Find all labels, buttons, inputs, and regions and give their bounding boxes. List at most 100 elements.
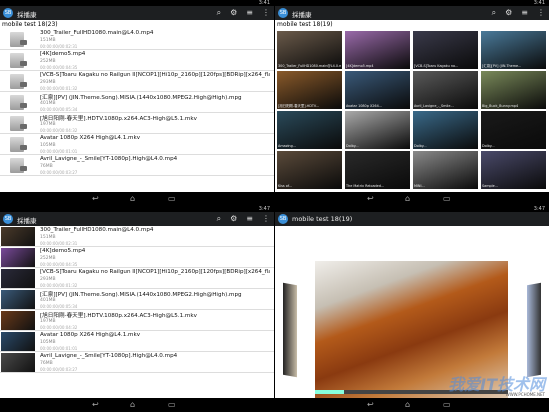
- grid-tile-caption: [旭日阳刚-春天里].HDTV...: [278, 104, 320, 108]
- search-icon[interactable]: ⌕: [492, 8, 496, 18]
- file-size: 76MB: [40, 361, 53, 366]
- back-icon[interactable]: ↩: [367, 194, 374, 203]
- action-bar: SB 採播康 ⌕ ⚙ ≡ ⋮: [0, 6, 274, 20]
- recents-icon[interactable]: ▭: [443, 194, 451, 203]
- gear-icon[interactable]: ⚙: [230, 8, 237, 18]
- list-item[interactable]: Avatar 1080p X264 High@L4.1.mkv 105MB 00:0…: [0, 331, 274, 352]
- recents-icon[interactable]: ▭: [443, 400, 451, 409]
- list-item[interactable]: [旭日阳刚-春天里].HDTV.1080p.x264.AC3-High@L5.1…: [0, 310, 274, 331]
- grid-tile-caption: Dolby...: [346, 144, 359, 148]
- home-icon[interactable]: ⌂: [130, 400, 135, 409]
- grid-tile-caption: [VCB-S]Toaru Kagaku no...: [414, 64, 459, 68]
- grid-tile[interactable]: Dolby...: [345, 111, 410, 149]
- grid-tile[interactable]: Dolby...: [413, 111, 478, 149]
- grid-tile[interactable]: Big_Buck_Bunny.mp4: [481, 71, 546, 109]
- grid-tile[interactable]: Dolby...: [481, 111, 546, 149]
- grid-tile[interactable]: [旭日阳刚-春天里].HDTV...: [277, 71, 342, 109]
- app-logo-icon[interactable]: SB: [3, 214, 13, 224]
- app-title: 採播康: [292, 11, 312, 19]
- app-title: 採播康: [17, 217, 37, 225]
- sort-icon[interactable]: ≡: [521, 8, 528, 18]
- file-size: 197MB: [40, 319, 56, 324]
- list-item[interactable]: 300_Trailer_FullHD1080.main@L4.0.mp4 151M…: [0, 29, 274, 50]
- grid-tile[interactable]: [汇泉][PV] (JIN.Theme...: [481, 31, 546, 69]
- overflow-menu-icon[interactable]: ⋮: [537, 8, 545, 18]
- file-name: 300_Trailer_FullHD1080.main@L4.0.mp4: [40, 30, 154, 36]
- list-item[interactable]: [4K]demo5.mp4 252MB 00:00:00/00:04:35: [0, 247, 274, 268]
- grid-tile[interactable]: Kiss of...: [277, 151, 342, 189]
- grid-tile-caption: Sample...: [482, 184, 498, 188]
- list-item[interactable]: [汇泉][PV] (JIN.Theme.Song).MISIA.(1440x10…: [0, 92, 274, 113]
- grid-tile[interactable]: [VCB-S]Toaru Kagaku no...: [413, 31, 478, 69]
- app-logo-icon[interactable]: SB: [3, 8, 13, 18]
- grid-tile[interactable]: [4K]demo5.mp4: [345, 31, 410, 69]
- file-name: [VCB-S]Toaru Kagaku no Railgun II[NCOP1]…: [40, 269, 270, 275]
- grid-tile[interactable]: Amazing...: [277, 111, 342, 149]
- sort-icon[interactable]: ≡: [246, 214, 253, 224]
- home-icon[interactable]: ⌂: [405, 400, 410, 409]
- app-logo-icon[interactable]: SB: [278, 8, 288, 18]
- overflow-menu-icon[interactable]: ⋮: [262, 214, 270, 224]
- back-icon[interactable]: ↩: [92, 400, 99, 409]
- search-icon[interactable]: ⌕: [217, 8, 221, 18]
- file-size: 401MB: [40, 101, 56, 106]
- video-thumbnail: [1, 311, 35, 330]
- file-name: [汇泉][PV] (JIN.Theme.Song).MISIA.(1440x10…: [40, 292, 242, 298]
- file-name: [4K]demo5.mp4: [40, 248, 86, 254]
- list-item[interactable]: [VCB-S]Toaru Kagaku no Railgun II[NCOP1]…: [0, 71, 274, 92]
- file-name: [汇泉][PV] (JIN.Theme.Song).MISIA.(1440x10…: [40, 95, 242, 101]
- navigation-bar: ↩ ⌂ ▭: [275, 398, 549, 412]
- list-view-plain: 3:41 SB 採播康 ⌕ ⚙ ≡ ⋮ mobile test 18(23) 3…: [0, 0, 274, 206]
- search-icon[interactable]: ⌕: [217, 214, 221, 224]
- file-duration: 00:00:00/00:01:32: [40, 283, 78, 288]
- grid-tile[interactable]: Avatar 1080p X264...: [345, 71, 410, 109]
- list-item[interactable]: 300_Trailer_FullHD1080.main@L4.0.mp4 151M…: [0, 226, 274, 247]
- home-icon[interactable]: ⌂: [130, 194, 135, 203]
- grid-tile[interactable]: Avril_Lavigne_-_Smile...: [413, 71, 478, 109]
- file-size: 401MB: [40, 298, 56, 303]
- file-name: Avril_Lavigne_-_Smile[YT-1080p].High@L4.…: [40, 156, 178, 162]
- video-thumbnail: [1, 353, 35, 372]
- list-item[interactable]: Avril_Lavigne_-_Smile[YT-1080p].High@L4.…: [0, 155, 274, 176]
- file-duration: 00:00:00/00:02:31: [40, 44, 78, 49]
- recents-icon[interactable]: ▭: [168, 194, 176, 203]
- grid-tile[interactable]: 300_Trailer_FullHD1080.main@L4.0.mp4: [277, 31, 342, 69]
- overflow-menu-icon[interactable]: ⋮: [262, 8, 270, 18]
- gear-icon[interactable]: ⚙: [505, 8, 512, 18]
- video-file-icon: [10, 137, 27, 152]
- list-item[interactable]: [4K]demo5.mp4 252MB 00:00:00/00:04:35: [0, 50, 274, 71]
- watermark-logo: 我爱IT技术网: [448, 375, 545, 394]
- file-duration: 00:00:00/00:05:34: [40, 107, 78, 112]
- list-item[interactable]: Avril_Lavigne_-_Smile[YT-1080p].High@L4.…: [0, 352, 274, 373]
- sort-icon[interactable]: ≡: [246, 8, 253, 18]
- back-icon[interactable]: ↩: [92, 194, 99, 203]
- next-cover[interactable]: [527, 282, 541, 378]
- grid-tile[interactable]: Sample...: [481, 151, 546, 189]
- grid-tile[interactable]: MINI...: [413, 151, 478, 189]
- back-icon[interactable]: ↩: [367, 400, 374, 409]
- list-item[interactable]: [汇泉][PV] (JIN.Theme.Song).MISIA.(1440x10…: [0, 289, 274, 310]
- grid-tile-caption: Amazing...: [278, 144, 296, 148]
- grid-tile[interactable]: The Matrix Reloaded...: [345, 151, 410, 189]
- grid-tile-caption: Kiss of...: [278, 184, 293, 188]
- list-item[interactable]: [旭日阳刚-春天里].HDTV.1080p.x264.AC3-High@L5.1…: [0, 113, 274, 134]
- prev-cover[interactable]: [283, 282, 297, 378]
- file-duration: 00:00:00/00:03:27: [40, 367, 78, 372]
- list-item[interactable]: Avatar 1080p X264 High@L4.1.mkv 105MB 00:0…: [0, 134, 274, 155]
- recents-icon[interactable]: ▭: [168, 400, 176, 409]
- action-bar: SB 採播康 ⌕ ⚙ ≡ ⋮: [275, 6, 549, 20]
- file-duration: 00:00:00/00:04:32: [40, 325, 78, 330]
- seek-bar-fill: [315, 390, 344, 394]
- grid-tile-caption: Dolby...: [414, 144, 427, 148]
- video-file-icon: [10, 32, 27, 47]
- list-item[interactable]: [VCB-S]Toaru Kagaku no Railgun II[NCOP1]…: [0, 268, 274, 289]
- file-duration: 00:00:00/00:01:01: [40, 149, 78, 154]
- grid-tile-caption: Avatar 1080p X264...: [346, 104, 382, 108]
- list-view-thumbnails: 3:47 SB 採播康 ⌕ ⚙ ≡ ⋮ 300_Trailer_FullHD10…: [0, 206, 274, 412]
- app-logo-icon[interactable]: SB: [278, 214, 288, 224]
- navigation-bar: ↩ ⌂ ▭: [0, 192, 274, 206]
- video-thumbnail: [1, 332, 35, 351]
- home-icon[interactable]: ⌂: [405, 194, 410, 203]
- video-file-icon: [10, 158, 27, 173]
- gear-icon[interactable]: ⚙: [230, 214, 237, 224]
